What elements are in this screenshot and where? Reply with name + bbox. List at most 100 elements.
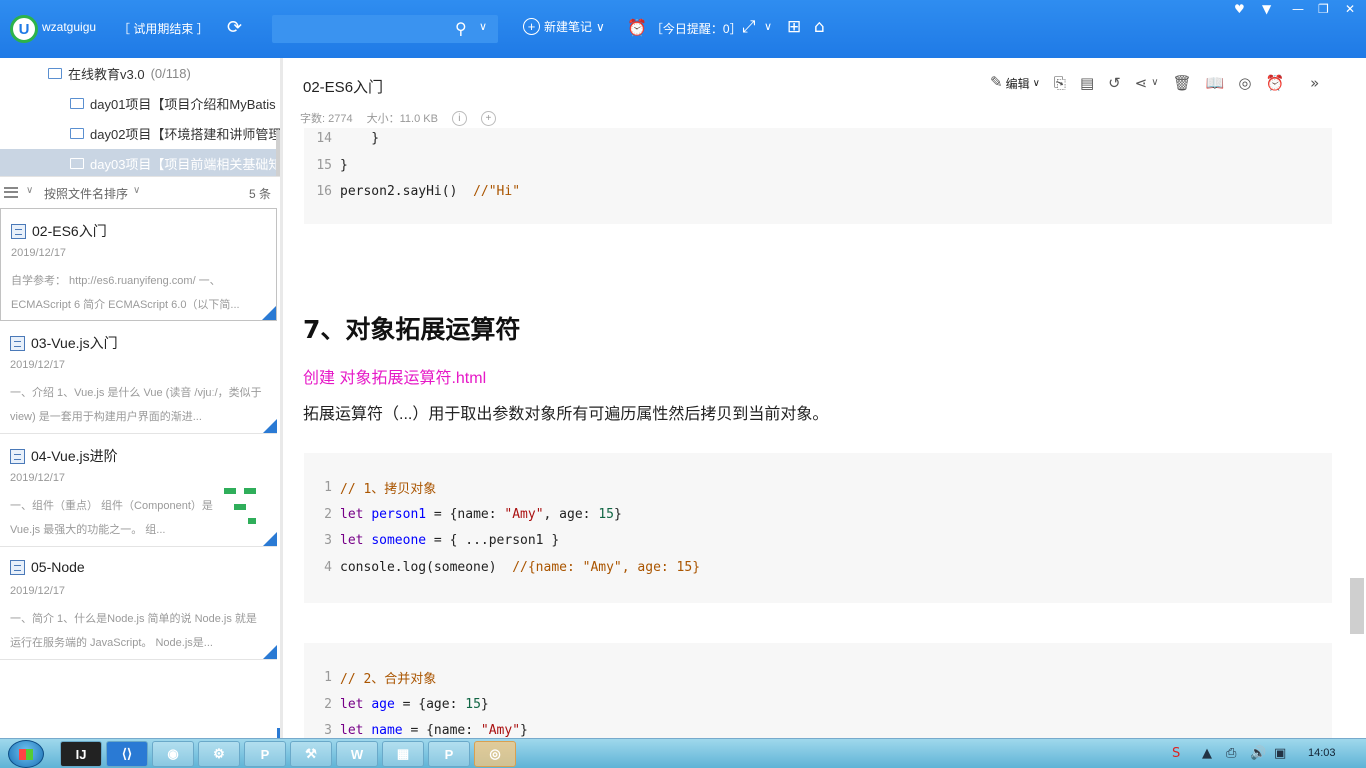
expand-right-icon[interactable]: » (1310, 74, 1319, 92)
read-mode-icon[interactable]: 📖 (1206, 74, 1225, 92)
menu-icon[interactable]: ▼ (1262, 2, 1271, 16)
line-number: 15 (316, 157, 332, 173)
note-snippet: 自学参考： http://es6.ruanyifeng.com/ 一、ECMAS… (11, 275, 240, 311)
chevron-down-icon[interactable]: ∨ (26, 185, 33, 196)
document-icon (11, 223, 26, 239)
usb-icon[interactable]: ⎙ (1226, 746, 1236, 761)
delete-icon[interactable]: 🗑 (1173, 74, 1192, 92)
info-icon[interactable]: i (451, 110, 467, 126)
weibo-icon[interactable]: ◎ (1238, 74, 1251, 92)
start-button[interactable] (8, 740, 44, 768)
note-snippet: 一、简介 1、什么是Node.js 简单的说 Node.js 就是运行在服务端的… (10, 613, 257, 649)
line-number: 4 (324, 559, 332, 575)
code-token: person1 (371, 506, 427, 522)
taskbar-browser[interactable]: ◉ (152, 741, 194, 767)
expand-window-icon[interactable]: ⤢ (742, 17, 756, 37)
code-line: 16 person2.sayHi() //"Hi" (304, 178, 520, 205)
line-number: 14 (316, 131, 332, 146)
skin-icon[interactable]: ♥ (1234, 2, 1245, 16)
user-name[interactable]: wzatguigu (42, 20, 96, 34)
tree-item-notebook[interactable]: 在线教育v3.0 (0/118) (48, 59, 191, 87)
tree-item-label: day03项目【项目前端相关基础知 (90, 156, 280, 172)
list-view-icon[interactable] (4, 187, 18, 198)
taskbar-note-app[interactable]: ◎ (474, 741, 516, 767)
maximize-icon[interactable]: ❐ (1318, 2, 1329, 16)
corner-marker-icon (262, 306, 276, 320)
search-icon[interactable]: ⚲ (455, 19, 467, 38)
volume-icon[interactable]: 🔊 (1250, 746, 1266, 761)
code-block[interactable]: 14 } 15} 16 person2.sayHi() //"Hi" (304, 128, 1332, 224)
pane-divider[interactable] (280, 58, 283, 738)
line-number: 3 (324, 723, 332, 738)
taskbar-intellij[interactable]: IJ (60, 741, 102, 767)
chevron-down-icon[interactable]: ∨ (133, 185, 140, 196)
share-icon[interactable]: ⋖ (1135, 74, 1148, 92)
taskbar-settings[interactable]: ⚙ (198, 741, 240, 767)
code-block[interactable]: 1 // 1、拷贝对象 2 let person1 = {name: "Amy", a… (304, 453, 1332, 603)
plus-icon: + (523, 18, 540, 35)
taskbar-explorer[interactable]: ▦ (382, 741, 424, 767)
edit-icon: ✎ (990, 74, 1003, 91)
network-icon[interactable]: ▣ (1274, 746, 1286, 761)
code-token: = {name: (426, 506, 505, 522)
corner-marker-icon (263, 532, 277, 546)
paragraph: 拓展运算符（...）用于取出参数对象所有可遍历属性然后拷贝到当前对象。 (303, 406, 829, 423)
attachment-icon[interactable]: ⎘ (1054, 74, 1066, 92)
home-icon[interactable]: ⌂ (814, 17, 825, 37)
code-token: let (340, 696, 372, 712)
edit-button[interactable]: ✎ 编辑 ∨ (990, 74, 1040, 92)
comment-icon[interactable]: ▤ (1080, 74, 1094, 92)
reminder-button[interactable]: ⏰ ［今日提醒：0］ (627, 18, 742, 38)
chevron-down-icon[interactable]: ∨ (1151, 74, 1158, 92)
code-token: name (371, 723, 403, 738)
search-input[interactable] (278, 19, 438, 39)
list-item[interactable]: 04-Vue.js进阶 2019/12/17 一、组件（重点） 组件（Compo… (0, 434, 277, 547)
taskbar-vscode[interactable]: ⟨⟩ (106, 741, 148, 767)
sort-label[interactable]: 按照文件名排序 (44, 185, 128, 202)
note-thumbnail (222, 474, 264, 528)
word-count: 字数: 2774 (300, 113, 353, 125)
taskbar-tool[interactable]: ⚒ (290, 741, 332, 767)
taskbar-ppt[interactable]: P (244, 741, 286, 767)
add-tag-icon[interactable]: + (480, 110, 496, 126)
close-icon[interactable]: ✕ (1345, 2, 1355, 16)
list-item[interactable]: 02-ES6入门 2019/12/17 自学参考： http://es6.rua… (0, 208, 277, 321)
history-icon[interactable]: ↺ (1108, 74, 1121, 92)
tray-expand-icon[interactable]: ▲ (1202, 746, 1212, 761)
tree-item-day02[interactable]: day02项目【环境搭建和讲师管理 (70, 119, 280, 147)
tree-item-day01[interactable]: day01项目【项目介绍和MyBatis (70, 89, 276, 117)
code-token: let (340, 533, 372, 548)
minimize-icon[interactable]: — (1292, 2, 1304, 16)
note-list: 02-ES6入门 2019/12/17 自学参考： http://es6.rua… (0, 208, 280, 738)
clock[interactable]: 14:03 (1308, 747, 1336, 759)
list-item[interactable]: 05-Node 2019/12/17 一、简介 1、什么是Node.js 简单的… (0, 547, 277, 660)
content-scrollbar[interactable] (1350, 578, 1364, 634)
sync-icon[interactable]: ⟳ (227, 18, 242, 38)
trial-status[interactable]: ［ 试用期结束 ］ (118, 20, 209, 37)
list-item[interactable]: 03-Vue.js入门 2019/12/17 一、介绍 1、Vue.js 是什么… (0, 321, 277, 434)
ime-icon[interactable]: S (1172, 746, 1180, 761)
code-block[interactable]: 1// 2、合并对象 2 let age = {age: 15} 3 let name … (304, 643, 1332, 738)
chevron-down-icon[interactable]: ∨ (764, 17, 772, 37)
line-number: 16 (316, 184, 332, 199)
note-snippet: 一、组件（重点） 组件（Component）是 Vue.js 最强大的功能之一。… (10, 500, 213, 536)
note-title-text: 03-Vue.js入门 (31, 335, 118, 351)
taskbar: IJ ⟨⟩ ◉ ⚙ P ⚒ W ▦ P ◎ S ▲ ⎙ 🔊 ▣ 14:03 (0, 738, 1366, 768)
alarm-icon[interactable]: ⏰ (1265, 74, 1284, 92)
tree-item-day03[interactable]: day03项目【项目前端相关基础知 (0, 149, 280, 176)
corner-marker-icon (263, 419, 277, 433)
new-note-button[interactable]: + 新建笔记 ∨ (523, 18, 605, 35)
code-token: // 1、拷贝对象 (340, 482, 437, 497)
file-link[interactable]: 创建 对象拓展运算符.html (303, 364, 486, 388)
tree-item-label: day02项目【环境搭建和讲师管理 (90, 126, 280, 142)
taskbar-ppt-2[interactable]: P (428, 741, 470, 767)
code-line: 2 let person1 = {name: "Amy", age: 15} (304, 501, 622, 528)
taskbar-word[interactable]: W (336, 741, 378, 767)
code-token: let (340, 723, 372, 738)
grid-icon[interactable]: ⊞ (787, 17, 801, 37)
code-token: someone (371, 533, 427, 548)
note-title-text: 05-Node (31, 559, 85, 575)
code-token: } (340, 157, 348, 173)
chevron-down-icon[interactable]: ∨ (479, 20, 487, 33)
search-box[interactable]: ⚲ ∨ (272, 15, 498, 43)
